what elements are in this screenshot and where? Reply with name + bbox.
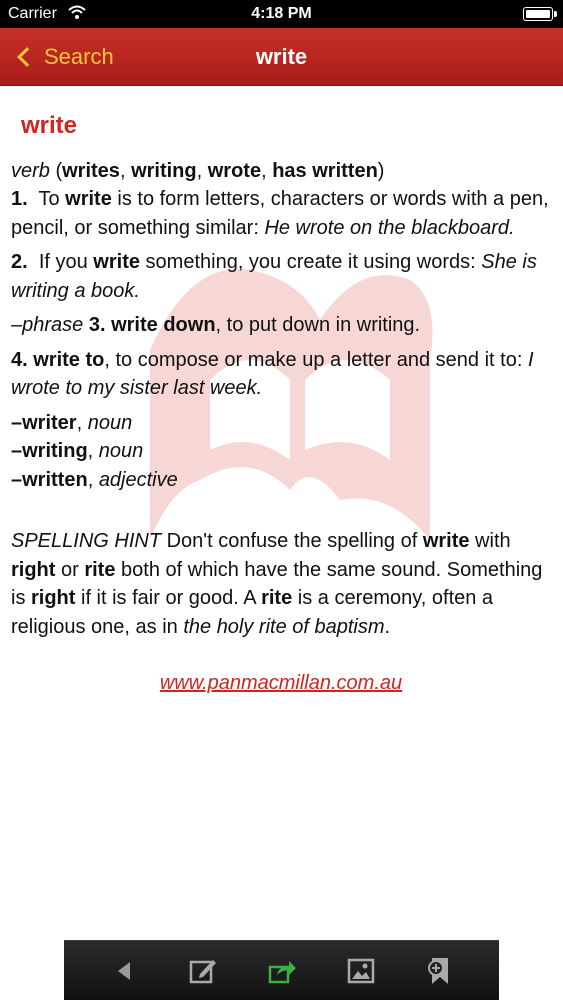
- phrase-line: –phrase 3. write down, to put down in wr…: [11, 314, 421, 336]
- navigation-bar: Search write: [0, 28, 563, 86]
- status-bar: Carrier 4:18 PM: [0, 0, 563, 28]
- clock: 4:18 PM: [251, 5, 312, 22]
- dictionary-entry: write verb (writes, writing, wrote, has …: [11, 100, 551, 698]
- edit-note-icon[interactable]: [183, 951, 223, 991]
- bookmark-add-icon[interactable]: [420, 951, 460, 991]
- spelling-hint: SPELLING HINT Don't confuse the spelling…: [11, 530, 543, 638]
- back-arrow-icon[interactable]: [104, 951, 144, 991]
- sense-1: 1. To write is to form letters, characte…: [11, 188, 549, 239]
- share-icon[interactable]: [262, 951, 302, 991]
- derivative-writing: –writing, noun: [11, 440, 144, 462]
- bottom-toolbar: [64, 940, 499, 1000]
- derivative-writer: –writer, noun: [11, 411, 133, 434]
- part-of-speech-line: verb (writes, writing, wrote, has writte…: [11, 159, 385, 182]
- publisher-link[interactable]: www.panmacmillan.com.au: [11, 669, 551, 698]
- battery-icon: [523, 7, 557, 21]
- image-icon[interactable]: [341, 951, 381, 991]
- headword: write: [21, 112, 78, 139]
- sense-2: 2. If you write something, you create it…: [11, 251, 537, 302]
- page-title: write: [255, 44, 308, 69]
- sense-4: 4. write to, to compose or make up a let…: [11, 348, 534, 400]
- derivative-written: –written, adjective: [11, 468, 178, 491]
